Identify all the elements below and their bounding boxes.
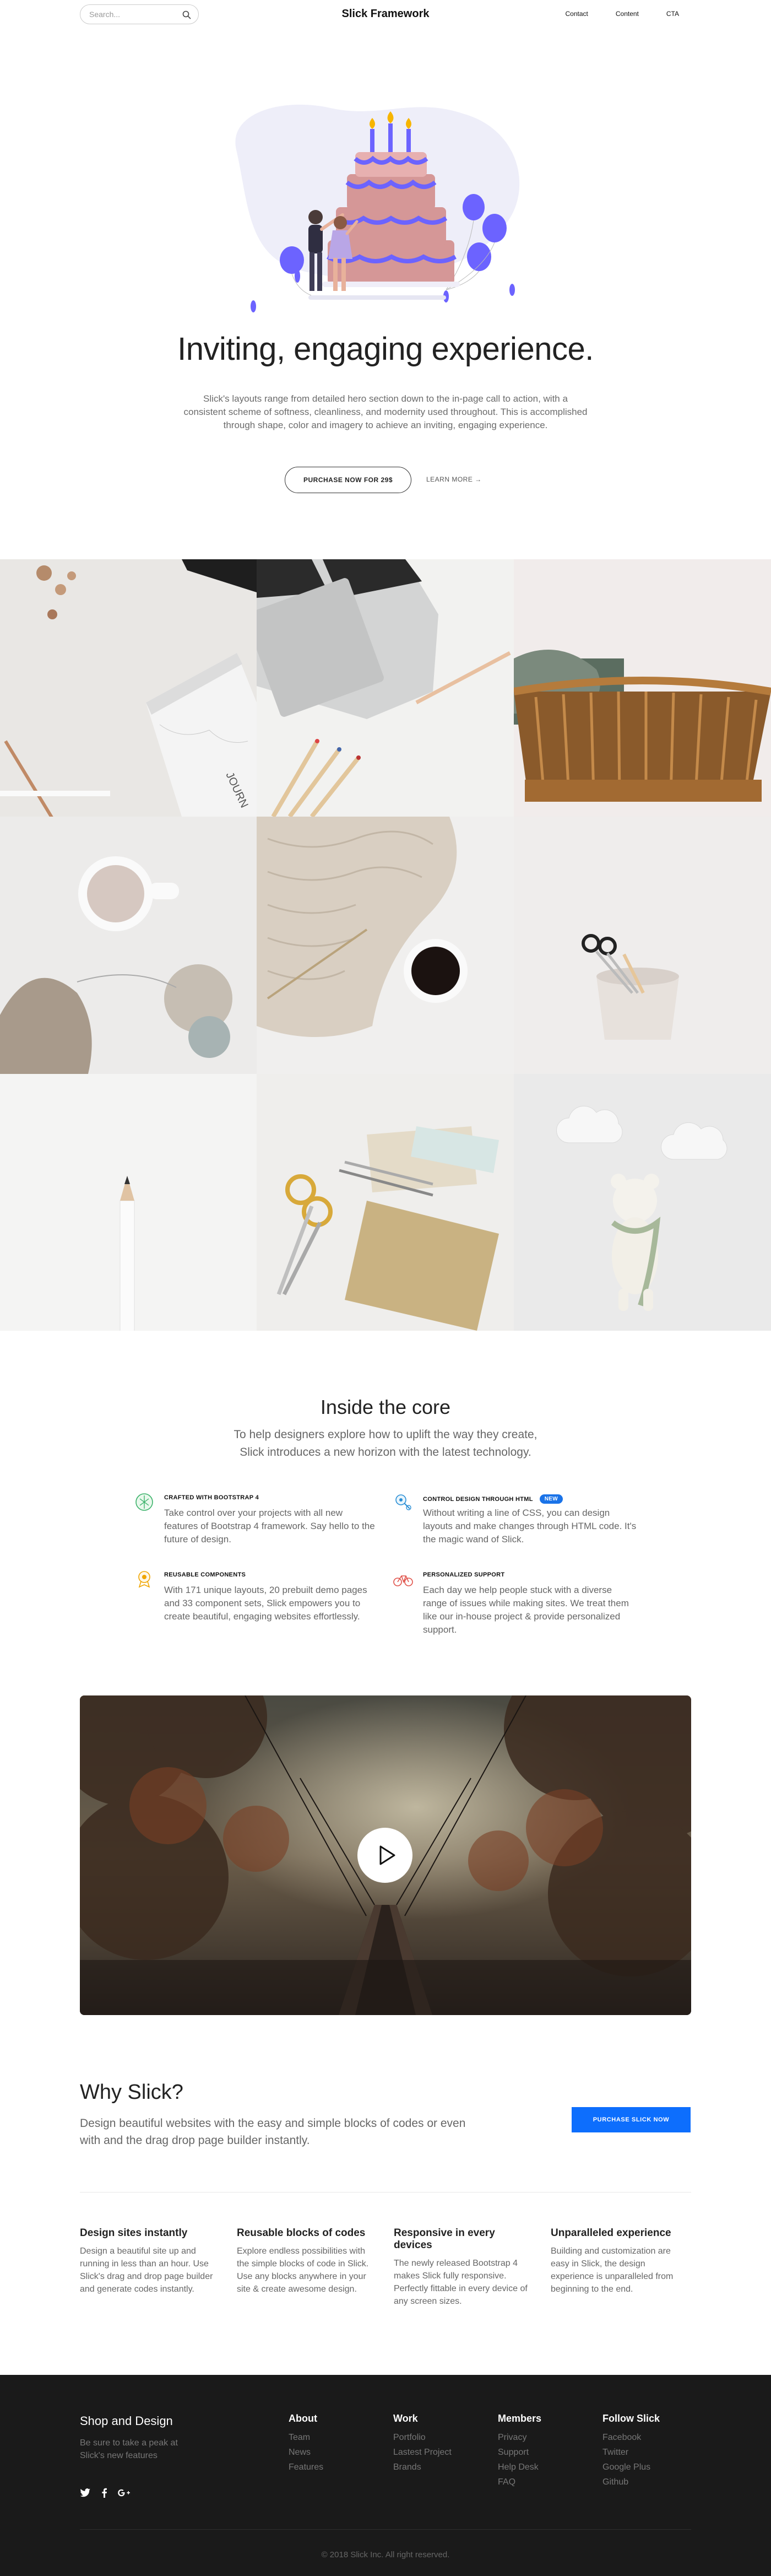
footer-column-title: Work xyxy=(393,2413,418,2424)
nav-links: Contact Content CTA xyxy=(566,10,680,18)
footer-link[interactable]: Facebook xyxy=(602,2430,660,2445)
feature-text: Each day we help people stuck with a div… xyxy=(423,1585,629,1635)
gallery-image-pencil xyxy=(0,1074,257,1331)
social-links xyxy=(80,2488,131,2498)
html-icon xyxy=(395,1494,411,1510)
footer-divider xyxy=(80,2529,691,2530)
footer-brand: Shop and Design xyxy=(80,2414,173,2428)
footer-column-title: About xyxy=(289,2413,317,2424)
core-section-subtitle: To help designers explore how to uplift … xyxy=(234,1428,537,1459)
gallery-image-scissors-pot xyxy=(514,817,771,1074)
feature-title: CONTROL DESIGN THROUGH HTML NEW xyxy=(423,1494,563,1504)
components-icon xyxy=(138,1571,150,1588)
feature-text: Take control over your projects with all… xyxy=(164,1508,375,1544)
core-section-title: Inside the core xyxy=(320,1396,451,1418)
feature-title: REUSABLE COMPONENTS xyxy=(164,1571,246,1578)
why-column-text: Design a beautiful site up and running i… xyxy=(80,2246,213,2294)
gallery-image-coffee-knitting xyxy=(0,817,257,1074)
nav-link-cta[interactable]: CTA xyxy=(666,10,679,18)
footer-link[interactable]: FAQ xyxy=(498,2475,541,2489)
why-column: Responsive in every devices The newly re… xyxy=(394,2227,531,2308)
footer-link[interactable]: Privacy xyxy=(498,2430,541,2445)
footer-link[interactable]: Features xyxy=(289,2460,323,2475)
hero-title: Inviting, engaging experience. xyxy=(177,331,594,367)
nav-link-contact[interactable]: Contact xyxy=(566,10,588,18)
footer-link[interactable]: Help Desk xyxy=(498,2460,541,2475)
purchase-now-button[interactable]: PURCHASE NOW FOR 29$ xyxy=(285,467,411,493)
gallery-image-wicker-basket xyxy=(514,559,771,817)
footer-column-about: About Team News Features xyxy=(289,2413,323,2475)
learn-more-link[interactable]: LEARN MORE → xyxy=(426,476,482,483)
play-icon xyxy=(379,1845,395,1865)
hero-description: Slick's layouts range from detailed hero… xyxy=(183,393,588,430)
support-icon xyxy=(393,1575,413,1586)
footer-link[interactable]: Team xyxy=(289,2430,323,2445)
why-section-text: Design beautiful websites with the easy … xyxy=(80,2117,466,2147)
bootstrap-icon xyxy=(135,1493,153,1511)
video-player[interactable] xyxy=(80,1695,691,2015)
facebook-icon[interactable] xyxy=(101,2488,107,2498)
footer-link[interactable]: Lastest Project xyxy=(393,2445,452,2460)
play-button[interactable] xyxy=(357,1828,412,1883)
why-column-text: Building and customization are easy in S… xyxy=(551,2246,674,2294)
footer-link[interactable]: Github xyxy=(602,2475,660,2489)
google-plus-icon[interactable] xyxy=(117,2488,131,2498)
image-gallery: JOURN xyxy=(0,559,771,1331)
footer-link[interactable]: Brands xyxy=(393,2460,452,2475)
purchase-slick-button[interactable]: PURCHASE SLICK NOW xyxy=(572,2107,691,2132)
why-column-title: Reusable blocks of codes xyxy=(237,2227,366,2239)
why-section-title: Why Slick? xyxy=(80,2081,183,2104)
gallery-image-knit-blanket-coffee xyxy=(257,817,514,1074)
copyright: © 2018 Slick Inc. All right reserved. xyxy=(321,2550,450,2559)
footer-link[interactable]: Google Plus xyxy=(602,2460,660,2475)
new-badge: NEW xyxy=(539,1494,563,1504)
footer-link[interactable]: Portfolio xyxy=(393,2430,452,2445)
why-column-title: Responsive in every devices xyxy=(394,2227,495,2251)
feature-title: CRAFTED WITH BOOTSTRAP 4 xyxy=(164,1494,259,1501)
footer-link[interactable]: Twitter xyxy=(602,2445,660,2460)
footer-link[interactable]: Support xyxy=(498,2445,541,2460)
why-column: Design sites instantly Design a beautifu… xyxy=(80,2227,218,2296)
why-column-title: Design sites instantly xyxy=(80,2227,188,2239)
feature-title-text: CONTROL DESIGN THROUGH HTML xyxy=(423,1496,533,1503)
birthday-cake-illustration xyxy=(235,104,520,312)
why-column: Reusable blocks of codes Explore endless… xyxy=(237,2227,374,2296)
footer-column-work: Work Portfolio Lastest Project Brands xyxy=(393,2413,452,2475)
footer-column-title: Members xyxy=(498,2413,542,2424)
top-nav: Slick Framework Contact Content CTA xyxy=(80,0,691,31)
gallery-image-scissors-notebook xyxy=(257,1074,514,1331)
footer-tagline: Be sure to take a peak at Slick's new fe… xyxy=(80,2438,178,2460)
why-column-text: Explore endless possibilities with the s… xyxy=(237,2246,369,2294)
footer-column-title: Follow Slick xyxy=(602,2413,660,2424)
feature-text: With 171 unique layouts, 20 prebuilt dem… xyxy=(164,1585,367,1622)
nav-link-content[interactable]: Content xyxy=(616,10,639,18)
gallery-image-toys-cloud-bear xyxy=(514,1074,771,1331)
twitter-icon[interactable] xyxy=(80,2488,91,2498)
footer: Shop and Design Be sure to take a peak a… xyxy=(0,2375,771,2576)
gallery-image-workspace-journal: JOURN xyxy=(0,559,257,817)
footer-column-members: Members Privacy Support Help Desk FAQ xyxy=(498,2413,541,2489)
footer-column-follow: Follow Slick Facebook Twitter Google Plu… xyxy=(602,2413,660,2489)
feature-text: Without writing a line of CSS, you can d… xyxy=(423,1508,637,1544)
footer-link[interactable]: News xyxy=(289,2445,323,2460)
why-column-title: Unparalleled experience xyxy=(551,2227,671,2239)
gallery-image-laptop-pencils xyxy=(257,559,514,817)
feature-title: PERSONALIZED SUPPORT xyxy=(423,1571,505,1578)
why-column-text: The newly released Bootstrap 4 makes Sli… xyxy=(394,2259,528,2306)
why-column: Unparalleled experience Building and cus… xyxy=(551,2227,688,2296)
